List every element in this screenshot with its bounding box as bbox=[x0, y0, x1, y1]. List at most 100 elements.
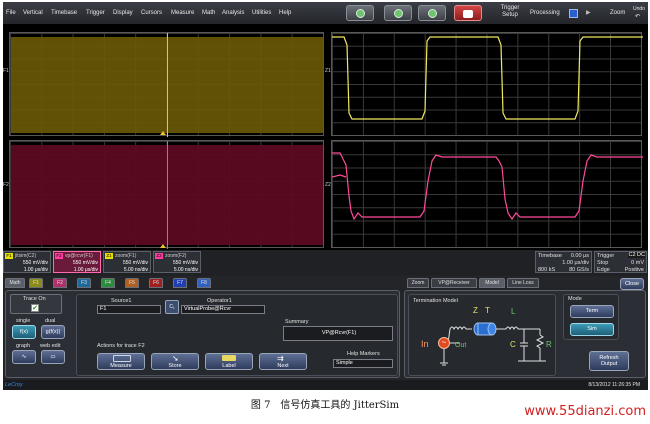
web-edit-button[interactable]: ▭ bbox=[41, 350, 65, 364]
model-panel: Termination Model ~ In Out Z T L C R Mod… bbox=[404, 290, 646, 378]
single-function-button[interactable]: f(x) bbox=[12, 325, 36, 339]
store-label: Store bbox=[168, 363, 182, 369]
tab-line-loss[interactable]: Line Loss bbox=[507, 278, 539, 288]
descriptor-f2[interactable]: F2 vp@rcvr(F1) 550 mV/div 1.00 μs/div bbox=[53, 251, 101, 273]
trigger-setup-button[interactable]: Trigger Setup bbox=[495, 5, 525, 19]
menu-cursors[interactable]: Cursors bbox=[141, 10, 162, 16]
descriptor-tdiv: 1.00 μs/div bbox=[23, 267, 48, 273]
mode-label: Mode bbox=[568, 296, 582, 302]
undo-icon[interactable]: ↶ bbox=[635, 13, 640, 20]
brand-logo: LeCroy bbox=[5, 382, 23, 388]
zoom-button[interactable]: Zoom bbox=[610, 10, 625, 16]
descriptor-tdiv: 5.00 ns/div bbox=[123, 267, 148, 273]
term-mode-button[interactable]: Term bbox=[570, 305, 614, 318]
descriptor-z1[interactable]: Z1 zoom(F1) 550 mV/div 5.00 ns/div bbox=[103, 251, 151, 273]
tab-f7[interactable]: F7 bbox=[173, 278, 187, 288]
source1-field[interactable]: F1 bbox=[97, 305, 161, 314]
measure-button[interactable]: Measure bbox=[97, 353, 145, 370]
source1-label: Source1 bbox=[111, 298, 132, 304]
tab-f3[interactable]: F3 bbox=[77, 278, 91, 288]
trace-label-f1: F1 bbox=[3, 68, 9, 74]
descriptor-name: zoom(F1) bbox=[115, 253, 137, 259]
menu-measure[interactable]: Measure bbox=[171, 10, 194, 16]
sim-mode-button[interactable]: Sim bbox=[570, 323, 614, 336]
trace-label-z1: Z1 bbox=[325, 68, 331, 74]
trace-descriptor-bar: F1 jitsim(C2) 550 mV/div 1.00 μs/div F2 … bbox=[3, 250, 648, 276]
summary-label: Summary bbox=[285, 319, 309, 325]
stop-button[interactable] bbox=[454, 5, 482, 21]
tab-vp-receiver[interactable]: VP@Receiver bbox=[431, 278, 477, 288]
timestamp: 8/13/2012 11:26:35 PM bbox=[588, 382, 640, 388]
dual-function-button[interactable]: g(f(x)) bbox=[41, 325, 65, 339]
trigger-channel: C2 DC bbox=[628, 252, 645, 258]
menu-math[interactable]: Math bbox=[202, 10, 215, 16]
operator1-field[interactable]: VirtualProbe@Rcvr bbox=[181, 305, 265, 314]
trace-z2 bbox=[332, 152, 643, 221]
timebase-descriptor[interactable]: Timebase 0.00 μs 1.00 μs/div 800 kS 80 G… bbox=[535, 251, 592, 273]
play-icon[interactable]: ▶ bbox=[586, 9, 591, 16]
schematic-label-in: In bbox=[421, 339, 429, 349]
next-button[interactable]: ⇉ Next bbox=[259, 353, 307, 370]
store-button[interactable]: ➘ Store bbox=[151, 353, 199, 370]
processing-indicator-icon bbox=[569, 9, 578, 18]
waveform-display[interactable]: F1 F2 Z1 Z2 bbox=[3, 24, 648, 250]
normal-trigger-button[interactable] bbox=[418, 5, 446, 21]
tab-f4[interactable]: F4 bbox=[101, 278, 115, 288]
menu-help[interactable]: Help bbox=[279, 10, 291, 16]
help-markers-field[interactable]: Simple bbox=[333, 359, 393, 368]
tab-zoom[interactable]: Zoom bbox=[407, 278, 429, 288]
operator-icon[interactable]: C₁ bbox=[165, 300, 179, 314]
descriptor-tag: Z1 bbox=[105, 253, 113, 259]
setup-dialog: Math F1 F2 F3 F4 F5 F6 F7 F8 Trace On ✔ … bbox=[3, 276, 648, 380]
green-dot-icon bbox=[394, 9, 403, 18]
menu-utilities[interactable]: Utilities bbox=[252, 10, 271, 16]
trace-on-checkbox[interactable]: ✔ bbox=[31, 304, 39, 312]
menu-display[interactable]: Display bbox=[113, 10, 133, 16]
descriptor-f1[interactable]: F1 jitsim(C2) 550 mV/div 1.00 μs/div bbox=[3, 251, 51, 273]
grid-f2 bbox=[9, 140, 324, 249]
descriptor-vdiv: 550 mV/div bbox=[22, 260, 48, 266]
tab-f5[interactable]: F5 bbox=[125, 278, 139, 288]
source-icon: ~ bbox=[438, 337, 450, 349]
tab-f8[interactable]: F8 bbox=[197, 278, 211, 288]
label-button[interactable]: Label bbox=[205, 353, 253, 370]
timebase-offset: 0.00 μs bbox=[570, 253, 589, 259]
descriptor-vdiv: 550 mV/div bbox=[122, 260, 148, 266]
next-arrow-icon: ⇉ bbox=[277, 354, 284, 363]
descriptor-z2[interactable]: Z2 zoom(F2) 550 mV/div 5.00 ns/div bbox=[153, 251, 201, 273]
refresh-output-button[interactable]: Refresh Output bbox=[589, 351, 629, 371]
termination-model-title: Termination Model bbox=[413, 298, 458, 304]
tab-math[interactable]: Math bbox=[5, 278, 25, 288]
trigger-descriptor[interactable]: Trigger C2 DC Stop 0 mV Edge Positive bbox=[594, 251, 647, 273]
operator1-label: Operator1 bbox=[207, 298, 232, 304]
close-button[interactable]: Close bbox=[620, 278, 644, 290]
stop-icon bbox=[463, 10, 473, 18]
measure-label: Measure bbox=[110, 363, 132, 369]
graph-button[interactable]: ∿ bbox=[12, 350, 36, 364]
descriptor-tdiv: 1.00 μs/div bbox=[73, 267, 98, 273]
grid-z2 bbox=[331, 140, 643, 248]
menu-bar: File Vertical Timebase Trigger Display C… bbox=[3, 2, 648, 24]
schematic-label-r: R bbox=[546, 340, 552, 349]
menu-timebase[interactable]: Timebase bbox=[51, 10, 77, 16]
undo-button[interactable]: Undo bbox=[633, 6, 645, 12]
trigger-marker-icon[interactable] bbox=[160, 131, 166, 135]
tab-f6[interactable]: F6 bbox=[149, 278, 163, 288]
single-trigger-button[interactable] bbox=[384, 5, 412, 21]
green-dot-icon bbox=[428, 9, 437, 18]
menu-file[interactable]: File bbox=[6, 10, 16, 16]
trigger-marker-icon[interactable] bbox=[160, 244, 166, 248]
menu-trigger[interactable]: Trigger bbox=[86, 10, 105, 16]
next-label: Next bbox=[277, 363, 289, 369]
descriptor-tdiv: 5.00 ns/div bbox=[173, 267, 198, 273]
timebase-label: Timebase bbox=[538, 253, 562, 259]
tab-model[interactable]: Model bbox=[479, 278, 505, 288]
termination-schematic bbox=[440, 322, 546, 366]
mode-group: Mode Term Sim bbox=[563, 294, 619, 340]
tab-f2[interactable]: F2 bbox=[53, 278, 67, 288]
menu-vertical[interactable]: Vertical bbox=[23, 10, 43, 16]
grid-z1 bbox=[331, 32, 643, 136]
menu-analysis[interactable]: Analysis bbox=[222, 10, 244, 16]
tab-f1[interactable]: F1 bbox=[29, 278, 43, 288]
auto-setup-button[interactable] bbox=[346, 5, 374, 21]
